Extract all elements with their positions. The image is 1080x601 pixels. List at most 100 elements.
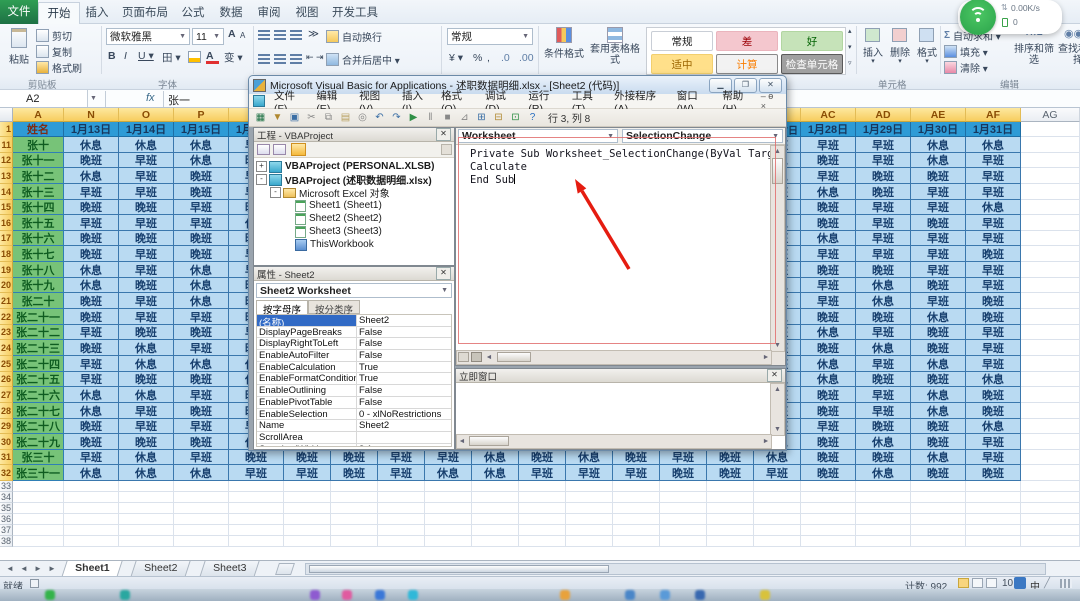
ribbon-tab-开始[interactable]: 开始 (38, 2, 80, 25)
empty-cell[interactable] (856, 503, 911, 514)
ribbon-tab-开发工具[interactable]: 开发工具 (326, 2, 384, 24)
empty-cell[interactable] (425, 536, 472, 547)
empty-cell[interactable] (472, 514, 519, 525)
cell-style-检查单元格[interactable]: 检查单元格 (781, 54, 843, 74)
row-header-15[interactable]: 15 (0, 200, 13, 215)
row-header-33[interactable]: 33 (0, 481, 13, 492)
property-value[interactable] (357, 432, 451, 443)
empty-cell[interactable] (378, 492, 425, 503)
ribbon-tab-公式[interactable]: 公式 (174, 2, 212, 24)
font-name-dropdown[interactable]: 微软雅黑▼ (106, 28, 190, 45)
column-header-AE[interactable]: AE (911, 108, 966, 122)
project-tree-item[interactable]: Sheet2 (Sheet2) (256, 212, 452, 225)
shift-cell[interactable]: 早班 (425, 450, 472, 465)
shift-cell[interactable]: 休息 (911, 356, 966, 372)
empty-cell[interactable] (707, 525, 754, 536)
property-name[interactable]: DisplayPageBreaks (257, 327, 357, 338)
shift-cell[interactable]: 晚班 (174, 184, 229, 200)
code-vertical-scrollbar[interactable]: ▲ ▼ (770, 145, 785, 352)
empty-cell[interactable] (174, 536, 229, 547)
row-header-21[interactable]: 21 (0, 293, 13, 309)
project-tree-item[interactable]: Sheet3 (Sheet3) (256, 225, 452, 238)
empty-cell[interactable] (1021, 184, 1080, 200)
empty-cell[interactable] (613, 536, 660, 547)
conditional-formatting-button[interactable]: 条件格式 (541, 27, 587, 75)
shift-cell[interactable]: 晚班 (613, 450, 660, 465)
property-value[interactable]: True (357, 362, 451, 373)
shift-cell[interactable]: 晚班 (660, 465, 707, 481)
cell-style-计算[interactable]: 计算 (716, 54, 778, 74)
tab-scroll-next-icon[interactable]: ► (32, 563, 44, 575)
empty-cell[interactable] (1021, 525, 1080, 536)
shift-cell[interactable]: 早班 (174, 215, 229, 231)
shift-cell[interactable]: 晚班 (64, 200, 119, 215)
empty-cell[interactable] (1021, 372, 1080, 387)
shift-cell[interactable]: 休息 (174, 356, 229, 372)
copy-icon[interactable]: ⧉ (321, 111, 336, 125)
align-bottom-icon[interactable] (290, 54, 302, 64)
empty-cell[interactable] (64, 514, 119, 525)
property-row[interactable]: EnableOutliningFalse (257, 385, 451, 397)
property-row[interactable]: EnablePivotTableFalse (257, 397, 451, 409)
shift-cell[interactable]: 晚班 (801, 262, 856, 278)
empty-cell[interactable] (1021, 168, 1080, 184)
shift-cell[interactable]: 晚班 (119, 434, 174, 450)
shift-cell[interactable]: 晚班 (707, 450, 754, 465)
tab-scroll-first-icon[interactable]: ◄ (4, 563, 16, 575)
empty-cell[interactable] (174, 503, 229, 514)
shift-cell[interactable]: 早班 (801, 168, 856, 184)
empty-cell[interactable] (1021, 419, 1080, 434)
shift-cell[interactable]: 休息 (119, 450, 174, 465)
empty-cell[interactable] (966, 525, 1021, 536)
project-scroll-icon[interactable] (441, 144, 452, 155)
shift-cell[interactable]: 休息 (966, 419, 1021, 434)
shift-cell[interactable]: 晚班 (966, 293, 1021, 309)
shift-cell[interactable]: 早班 (174, 450, 229, 465)
shift-cell[interactable]: 早班 (966, 168, 1021, 184)
empty-cell[interactable] (966, 492, 1021, 503)
cell-style-适中[interactable]: 适中 (651, 54, 713, 74)
row-header-38[interactable]: 38 (0, 536, 13, 547)
property-value[interactable]: 0 - xlNoRestrictions (357, 409, 451, 420)
tab-categorized[interactable]: 按分类序 (308, 300, 360, 314)
empty-cell[interactable] (1021, 450, 1080, 465)
name-cell[interactable]: 张十七 (13, 246, 64, 262)
taskbar-app-icon[interactable] (342, 590, 352, 600)
row-header-17[interactable]: 17 (0, 231, 13, 246)
shift-cell[interactable]: 休息 (174, 293, 229, 309)
shift-cell[interactable]: 晚班 (856, 450, 911, 465)
name-cell[interactable]: 张十六 (13, 231, 64, 246)
shift-cell[interactable]: 休息 (425, 465, 472, 481)
shift-cell[interactable]: 早班 (64, 356, 119, 372)
empty-cell[interactable] (566, 536, 613, 547)
shift-cell[interactable]: 早班 (284, 465, 331, 481)
gallery-up-icon[interactable]: ▴ (848, 27, 856, 42)
shift-cell[interactable]: 晚班 (801, 153, 856, 168)
fill-button[interactable]: 填充 ▾ (944, 44, 1008, 58)
empty-cell[interactable] (911, 481, 966, 492)
font-color-button[interactable]: A (206, 50, 219, 64)
shift-cell[interactable]: 晚班 (856, 419, 911, 434)
empty-cell[interactable] (911, 525, 966, 536)
shift-cell[interactable]: 晚班 (856, 184, 911, 200)
empty-cell[interactable] (174, 514, 229, 525)
empty-cell[interactable] (64, 525, 119, 536)
empty-cell[interactable] (566, 514, 613, 525)
empty-cell[interactable] (331, 492, 378, 503)
empty-cell[interactable] (284, 492, 331, 503)
shift-cell[interactable]: 晚班 (911, 434, 966, 450)
sheet-tab-Sheet3[interactable]: Sheet3 (199, 561, 259, 577)
empty-cell[interactable] (519, 525, 566, 536)
empty-cell[interactable] (707, 514, 754, 525)
empty-cell[interactable] (331, 481, 378, 492)
align-top-icon[interactable] (274, 30, 286, 40)
shift-cell[interactable]: 休息 (472, 465, 519, 481)
cell-style-差[interactable]: 差 (716, 31, 778, 51)
shift-cell[interactable]: 晚班 (856, 309, 911, 325)
empty-cell[interactable] (856, 536, 911, 547)
taskbar-app-icon[interactable] (695, 590, 705, 600)
empty-cell[interactable] (856, 525, 911, 536)
row-header-13[interactable]: 13 (0, 168, 13, 184)
property-name[interactable]: (名称) (257, 315, 357, 326)
number-format-dropdown[interactable]: 常规▼ (447, 28, 533, 45)
